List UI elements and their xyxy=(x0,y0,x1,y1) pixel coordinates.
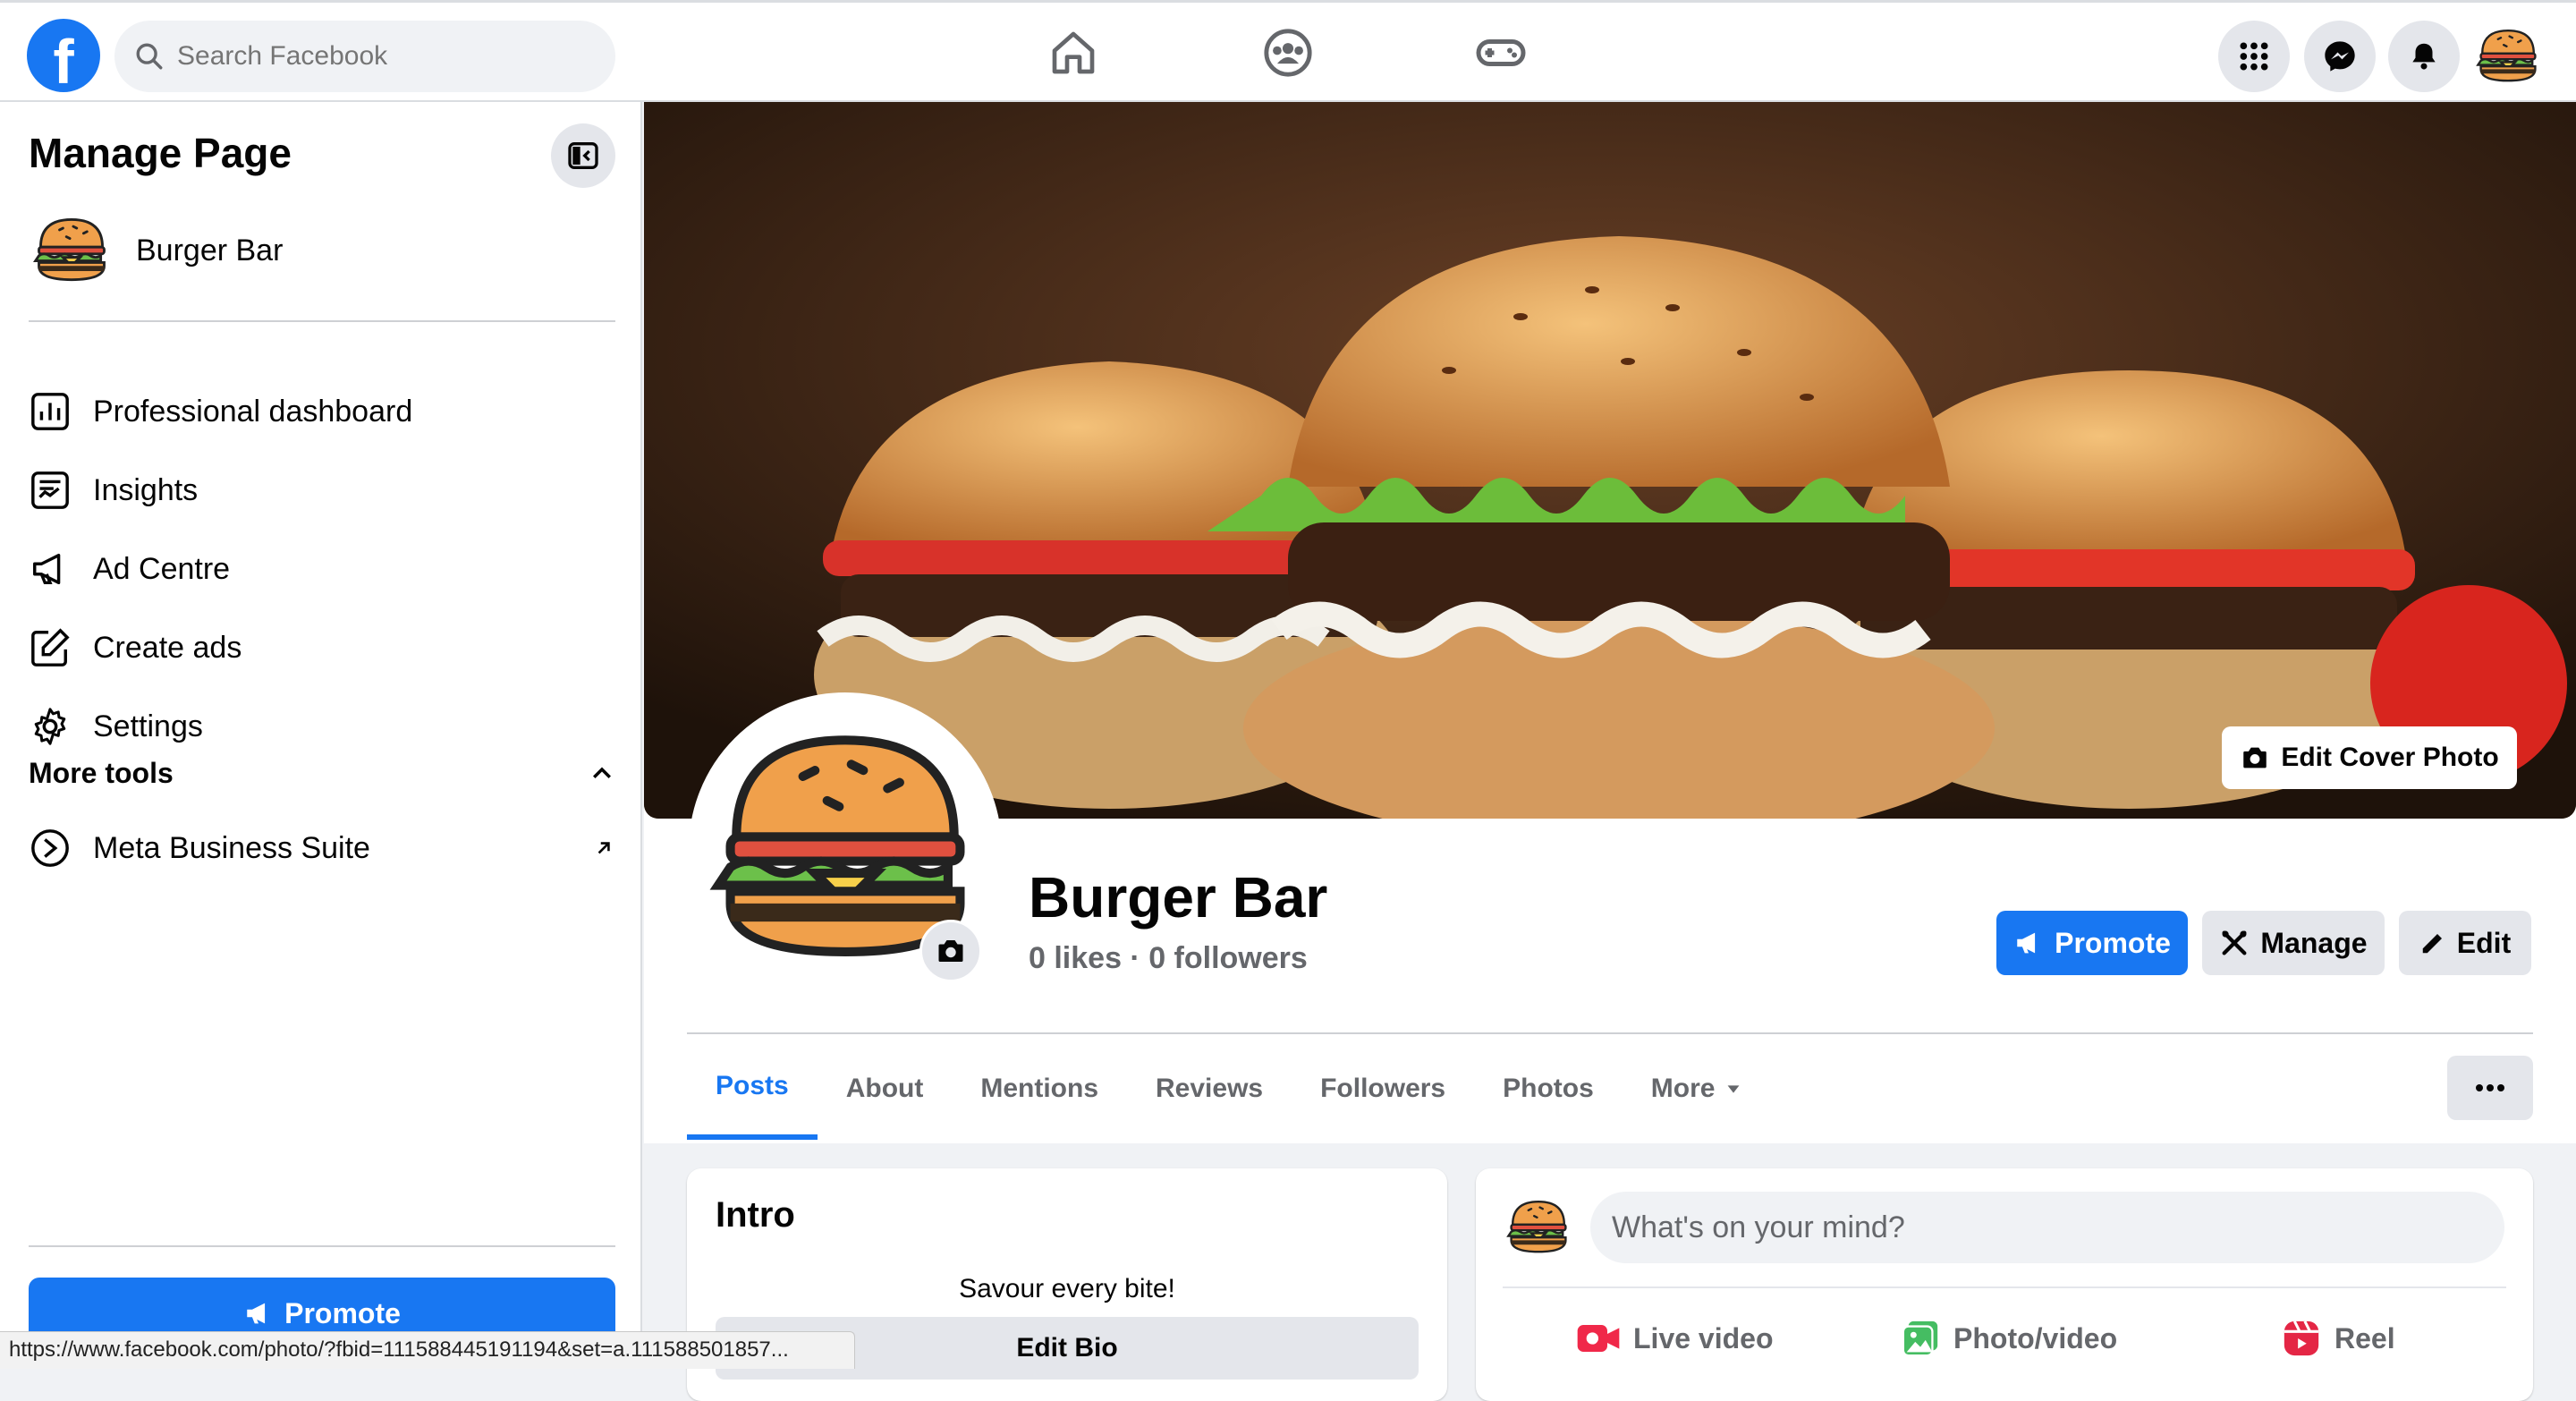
top-navigation-bar: f xyxy=(0,0,2576,102)
gear-icon xyxy=(29,705,72,748)
page-tabs: Posts About Mentions Reviews Followers P… xyxy=(687,1038,1772,1145)
page-main-content: Edit Cover Photo Burger Bar 0 likes · 0 … xyxy=(644,102,2576,1401)
ellipsis-icon xyxy=(2476,1084,2504,1091)
edit-cover-label: Edit Cover Photo xyxy=(2281,743,2499,772)
photo-video-label: Photo/video xyxy=(1953,1321,2118,1354)
manage-page-sidebar: Manage Page Burger Bar Professional dash… xyxy=(0,102,642,1369)
groups-icon[interactable] xyxy=(1261,26,1315,80)
tab-reviews[interactable]: Reviews xyxy=(1127,1038,1292,1140)
sidebar-item-professional-dashboard[interactable]: Professional dashboard xyxy=(29,376,615,447)
promote-label: Promote xyxy=(2055,926,2171,959)
manage-button[interactable]: Manage xyxy=(2202,911,2385,975)
reel-icon xyxy=(2284,1320,2319,1356)
promote-button[interactable]: Promote xyxy=(1996,911,2188,975)
camera-icon xyxy=(2243,747,2267,768)
manage-label: Manage xyxy=(2260,926,2368,959)
sidebar-item-create-ads[interactable]: Create ads xyxy=(29,612,615,684)
camera-icon xyxy=(938,940,963,962)
search-box[interactable] xyxy=(114,21,615,92)
edit-icon xyxy=(29,626,72,669)
more-tools-label: More tools xyxy=(29,757,174,789)
tab-followers[interactable]: Followers xyxy=(1292,1038,1474,1140)
sidebar-item-label: Ad Centre xyxy=(93,551,231,586)
composer-input[interactable]: What's on your mind? xyxy=(1590,1192,2504,1263)
sidebar-item-ad-centre[interactable]: Ad Centre xyxy=(29,533,615,605)
tab-mentions[interactable]: Mentions xyxy=(952,1038,1127,1140)
live-video-label: Live video xyxy=(1633,1321,1774,1354)
sidebar-item-label: Meta Business Suite xyxy=(93,830,370,865)
notifications-icon[interactable] xyxy=(2388,21,2460,92)
sidebar-item-insights[interactable]: Insights xyxy=(29,454,615,526)
update-profile-picture-button[interactable] xyxy=(919,920,982,982)
tools-icon xyxy=(2222,930,2247,955)
messenger-icon[interactable] xyxy=(2304,21,2376,92)
pencil-icon xyxy=(2422,934,2442,954)
home-icon[interactable] xyxy=(1046,26,1100,80)
page-avatar xyxy=(29,208,114,293)
dashboard-icon xyxy=(29,390,72,433)
tab-more[interactable]: More xyxy=(1623,1038,1773,1140)
search-input[interactable] xyxy=(177,41,580,72)
composer-avatar xyxy=(1503,1192,1574,1263)
tab-photos[interactable]: Photos xyxy=(1474,1038,1623,1140)
divider xyxy=(687,1032,2533,1034)
post-composer: What's on your mind? Live video Photo/vi… xyxy=(1476,1168,2533,1401)
caret-down-icon xyxy=(1728,1085,1740,1093)
cover-burger-image xyxy=(644,102,2576,819)
menu-grid-icon[interactable] xyxy=(2218,21,2290,92)
cover-photo[interactable] xyxy=(644,102,2576,819)
sidebar-item-settings[interactable]: Settings xyxy=(29,691,615,762)
chevron-up-icon xyxy=(593,767,611,778)
edit-page-button[interactable]: Edit xyxy=(2399,911,2531,975)
profile-avatar[interactable] xyxy=(2472,21,2544,92)
intro-bio: Savour every bite! xyxy=(959,1274,1175,1303)
sidebar-page-name: Burger Bar xyxy=(136,233,284,267)
divider xyxy=(1503,1286,2506,1288)
page-title: Burger Bar xyxy=(1029,865,1328,930)
browser-status-url: https://www.facebook.com/photo/?fbid=111… xyxy=(0,1331,855,1369)
more-options-button[interactable] xyxy=(2447,1056,2533,1120)
sidebar-item-label: Insights xyxy=(93,472,199,507)
page-stats[interactable]: 0 likes · 0 followers xyxy=(1029,941,1308,976)
sidebar-page-switcher[interactable]: Burger Bar xyxy=(29,208,283,293)
meta-business-suite-icon xyxy=(29,827,72,870)
megaphone-icon xyxy=(29,548,72,590)
gaming-icon[interactable] xyxy=(1474,26,1528,80)
intro-title: Intro xyxy=(716,1195,795,1235)
edit-cover-photo-button[interactable]: Edit Cover Photo xyxy=(2222,726,2517,789)
live-video-button[interactable]: Live video xyxy=(1576,1306,1774,1371)
insights-icon xyxy=(29,469,72,512)
external-link-icon xyxy=(597,842,610,854)
divider xyxy=(29,1245,615,1247)
tab-more-label: More xyxy=(1650,1074,1716,1103)
edit-label: Edit xyxy=(2456,926,2512,959)
tab-about[interactable]: About xyxy=(818,1038,953,1140)
sidebar-item-label: Professional dashboard xyxy=(93,394,413,429)
tab-posts[interactable]: Posts xyxy=(687,1038,818,1140)
megaphone-icon xyxy=(2017,932,2036,954)
reel-button[interactable]: Reel xyxy=(2281,1306,2395,1371)
sidebar-item-meta-business-suite[interactable]: Meta Business Suite xyxy=(29,812,615,884)
sidebar-item-label: Create ads xyxy=(93,630,242,665)
more-tools-toggle[interactable]: More tools xyxy=(29,757,615,790)
megaphone-icon xyxy=(247,1303,266,1324)
sidebar-title: Manage Page xyxy=(29,130,292,176)
live-video-icon xyxy=(1577,1325,1620,1352)
photo-video-button[interactable]: Photo/video xyxy=(1900,1306,2117,1371)
collapse-icon xyxy=(568,142,598,169)
collapse-sidebar-button[interactable] xyxy=(551,123,615,188)
sidebar-item-label: Settings xyxy=(93,709,203,743)
search-icon xyxy=(136,43,163,70)
photo-video-icon xyxy=(1902,1320,1938,1357)
facebook-logo[interactable]: f xyxy=(27,19,100,92)
promote-label: Promote xyxy=(284,1296,401,1329)
divider xyxy=(29,320,615,322)
reel-label: Reel xyxy=(2334,1321,2395,1354)
